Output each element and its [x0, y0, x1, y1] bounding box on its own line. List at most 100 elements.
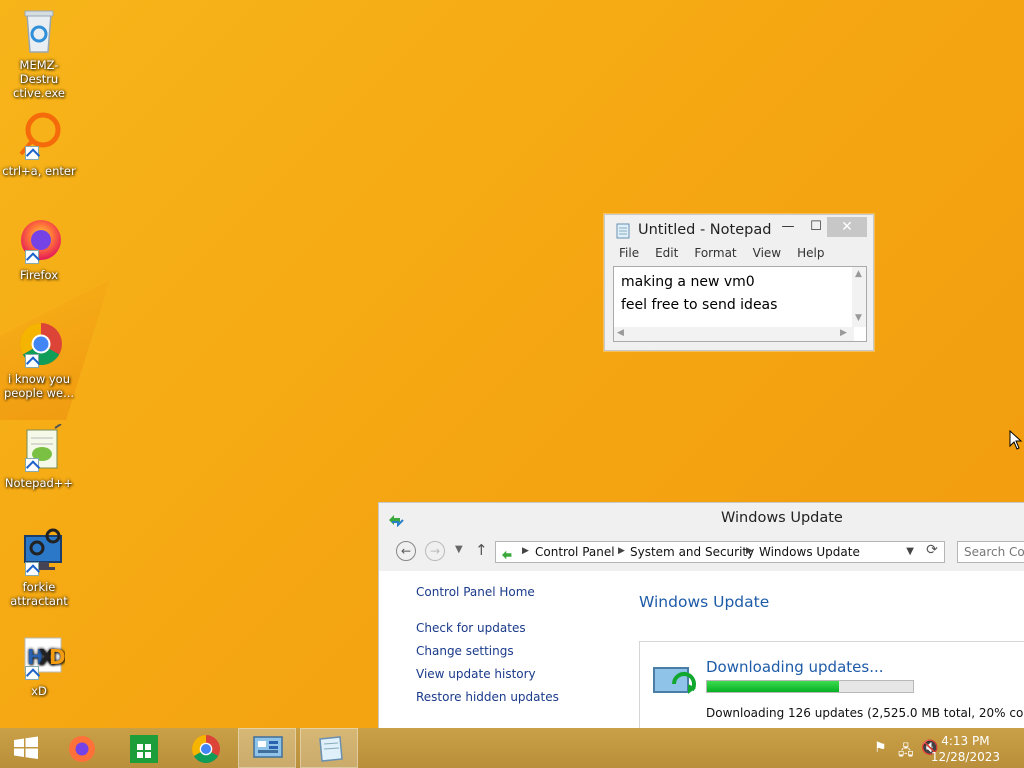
- desktop-icon-label: Notepad++: [4, 476, 74, 490]
- system-clock[interactable]: 4:13 PM 12/28/2023: [931, 733, 1000, 765]
- address-bar[interactable]: ▶ Control Panel ▶ System and Security ▶ …: [495, 541, 945, 563]
- svg-text:D: D: [49, 645, 65, 669]
- close-button[interactable]: ✕: [827, 217, 867, 237]
- notepad-text: making a new vm0 feel free to send ideas: [621, 274, 778, 313]
- orange-ring-icon: [13, 112, 65, 162]
- desktop-icon-xd[interactable]: H X D xD: [2, 632, 76, 698]
- scroll-up-icon[interactable]: ▲: [855, 269, 862, 279]
- notepad-menubar: File Edit Format View Help: [611, 246, 832, 264]
- breadcrumb-separator-icon: ▶: [618, 546, 625, 556]
- back-button[interactable]: ←: [396, 541, 416, 561]
- desktop-icon-label: i know you: [7, 372, 71, 386]
- desktop-icon-label: ctrl+a, enter: [2, 164, 76, 178]
- link-view-update-history[interactable]: View update history: [416, 667, 559, 681]
- notepad-text-area[interactable]: making a new vm0 feel free to send ideas…: [613, 266, 867, 342]
- notepad-plus-plus-icon: [13, 424, 65, 474]
- horizontal-scrollbar[interactable]: ◀ ▶: [614, 327, 854, 341]
- taskbar: ⚑ 🖧 🔇 4:13 PM 12/28/2023: [0, 728, 1024, 768]
- sidebar-links: Control Panel Home Check for updates Cha…: [416, 585, 559, 704]
- desktop-icon-firefox[interactable]: Firefox: [2, 216, 76, 282]
- scroll-left-icon[interactable]: ◀: [617, 328, 624, 338]
- taskbar-control-panel[interactable]: [238, 728, 296, 768]
- windows-update-window[interactable]: Windows Update ← → ▼ ↑ ▶ Control Panel ▶…: [378, 502, 1024, 753]
- page-title: Windows Update: [639, 593, 770, 611]
- shortcut-arrow-icon: [25, 562, 39, 576]
- taskbar-chrome[interactable]: [178, 728, 234, 768]
- menu-edit[interactable]: Edit: [647, 246, 686, 264]
- notepad-titlebar[interactable]: Untitled - Notepad — ☐ ✕: [605, 215, 873, 245]
- download-progress-bar: [706, 680, 914, 693]
- hxd-icon: H X D: [13, 632, 65, 682]
- notepad-icon: [615, 223, 631, 243]
- vertical-scrollbar[interactable]: ▲ ▼: [852, 267, 866, 327]
- chrome-icon: [13, 320, 65, 370]
- download-title: Downloading updates...: [706, 658, 884, 676]
- taskbar-notepad[interactable]: [300, 728, 358, 768]
- desktop-icon-label: MEMZ-Destru: [19, 58, 59, 86]
- download-status-text: Downloading 126 updates (2,525.0 MB tota…: [706, 706, 1024, 720]
- clock-time: 4:13 PM: [941, 734, 990, 748]
- notepad-title: Untitled - Notepad: [638, 222, 772, 238]
- forward-button[interactable]: →: [425, 541, 445, 561]
- taskbar-firefox[interactable]: [54, 728, 110, 768]
- recent-pages-dropdown[interactable]: ▼: [455, 544, 463, 555]
- desktop-icon-ctrl-a-enter[interactable]: ctrl+a, enter: [2, 112, 76, 178]
- windows-update-title: Windows Update: [721, 510, 843, 526]
- link-check-for-updates[interactable]: Check for updates: [416, 621, 559, 635]
- network-icon[interactable]: 🖧: [898, 740, 914, 764]
- desktop-icon-notepad-plus-plus[interactable]: Notepad++: [2, 424, 76, 490]
- recycle-bin-icon: [13, 6, 65, 56]
- address-dropdown-icon[interactable]: ▼: [906, 546, 914, 557]
- shortcut-arrow-icon: [25, 250, 39, 264]
- link-control-panel-home[interactable]: Control Panel Home: [416, 585, 559, 599]
- scroll-down-icon[interactable]: ▼: [855, 313, 862, 323]
- desktop-icon-label: Firefox: [19, 268, 59, 282]
- desktop-icon-chrome[interactable]: i know you people we...: [2, 320, 76, 400]
- minimize-button[interactable]: —: [775, 217, 801, 237]
- desktop-icon-forkie-attractant[interactable]: forkie attractant: [2, 528, 76, 608]
- start-button[interactable]: [0, 728, 56, 768]
- control-panel-icon: [388, 512, 404, 531]
- firefox-icon: [69, 736, 95, 762]
- menu-view[interactable]: View: [745, 246, 789, 264]
- breadcrumb-windows-update[interactable]: Windows Update: [759, 545, 860, 559]
- desktop-icon-label: xD: [31, 684, 47, 698]
- notepad-window[interactable]: Untitled - Notepad — ☐ ✕ File Edit Forma…: [604, 214, 874, 351]
- desktop-icon-label: attractant: [10, 594, 68, 608]
- monitor-gears-icon: [13, 528, 65, 578]
- download-progress-fill: [707, 681, 839, 692]
- chrome-icon: [192, 735, 220, 763]
- breadcrumb-system-and-security[interactable]: System and Security: [630, 545, 754, 559]
- clock-date: 12/28/2023: [930, 750, 1000, 764]
- breadcrumb-control-panel[interactable]: Control Panel: [535, 545, 615, 559]
- mouse-cursor-icon: [1009, 430, 1023, 450]
- menu-help[interactable]: Help: [789, 246, 832, 264]
- link-change-settings[interactable]: Change settings: [416, 644, 559, 658]
- action-center-flag-icon[interactable]: ⚑: [874, 740, 887, 756]
- taskbar-store[interactable]: [116, 728, 172, 768]
- menu-file[interactable]: File: [611, 246, 647, 264]
- shortcut-arrow-icon: [25, 458, 39, 472]
- breadcrumb-separator-icon: ▶: [522, 546, 529, 556]
- shortcut-arrow-icon: [25, 354, 39, 368]
- link-restore-hidden-updates[interactable]: Restore hidden updates: [416, 690, 559, 704]
- breadcrumb-separator-icon: ▶: [746, 546, 753, 556]
- menu-format[interactable]: Format: [686, 246, 744, 264]
- store-icon: [130, 735, 158, 763]
- desktop-icon-label: forkie: [22, 580, 56, 594]
- maximize-button[interactable]: ☐: [803, 217, 829, 237]
- download-updates-icon: [652, 666, 698, 704]
- up-button[interactable]: ↑: [475, 541, 488, 559]
- notepad-icon: [319, 736, 343, 762]
- navigation-bar: ← → ▼ ↑ ▶ Control Panel ▶ System and Sec…: [379, 533, 1024, 571]
- windows-update-titlebar[interactable]: Windows Update: [379, 503, 1024, 533]
- desktop-icon-memz[interactable]: MEMZ-Destru ctive.exe: [2, 6, 76, 100]
- shortcut-arrow-icon: [25, 146, 39, 160]
- control-panel-icon: [253, 736, 283, 758]
- refresh-button[interactable]: ⟳: [921, 542, 943, 562]
- desktop-icon-label: ctive.exe: [13, 86, 65, 100]
- firefox-icon: [13, 216, 65, 266]
- shortcut-arrow-icon: [25, 666, 39, 680]
- scroll-right-icon[interactable]: ▶: [840, 328, 847, 338]
- search-input[interactable]: Search Con: [957, 541, 1024, 563]
